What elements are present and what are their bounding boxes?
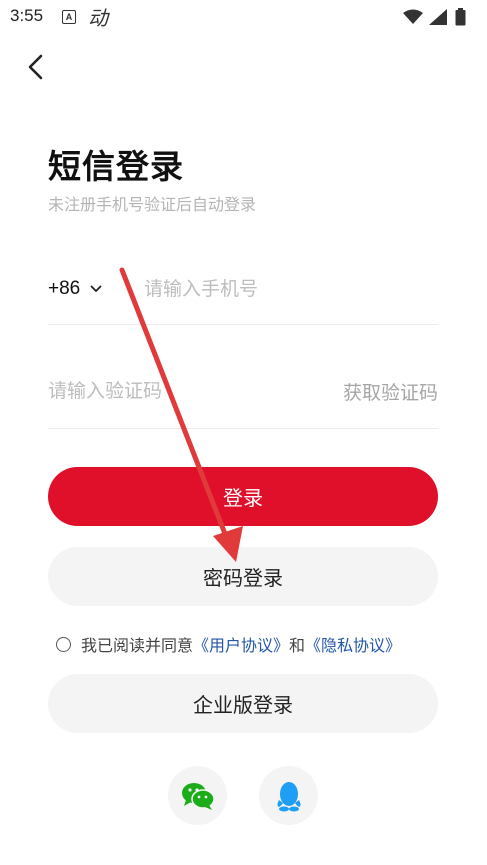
status-icons: [403, 8, 473, 26]
notification-app-icon: 动: [88, 6, 108, 30]
login-button-label: 登录: [223, 486, 263, 510]
wechat-login-button[interactable]: [168, 766, 227, 825]
login-button[interactable]: 登录: [48, 467, 438, 526]
status-bar: 3:55 A 动: [0, 0, 487, 34]
code-input[interactable]: [48, 374, 278, 408]
annotation-arrow: [119, 267, 243, 562]
password-login-button[interactable]: 密码登录: [48, 547, 438, 606]
status-time: 3:55: [10, 6, 44, 25]
enterprise-login-button[interactable]: 企业版登录: [48, 674, 438, 733]
back-button[interactable]: [22, 52, 52, 82]
page-subtitle: 未注册手机号验证后自动登录: [48, 195, 257, 214]
agree-radio[interactable]: [56, 636, 71, 652]
wechat-icon: [181, 782, 215, 810]
agreement-and: 和: [289, 636, 306, 655]
get-code-button[interactable]: 获取验证码: [343, 378, 438, 405]
agreement-prefix: 我已阅读并同意: [81, 636, 194, 655]
code-row: 获取验证码: [48, 368, 438, 429]
country-code-label: +86: [48, 278, 81, 299]
country-code-select[interactable]: +86: [48, 276, 102, 302]
phone-input[interactable]: [144, 272, 434, 306]
agreement-row: 我已阅读并同意 《用户协议》 和 《隐私协议》: [56, 632, 456, 656]
cellular-signal-icon: [429, 9, 447, 25]
enterprise-login-label: 企业版登录: [193, 693, 293, 717]
password-login-label: 密码登录: [203, 566, 283, 590]
qq-icon: [277, 781, 300, 811]
chevron-down-icon: [90, 285, 102, 292]
qq-login-button[interactable]: [259, 766, 318, 825]
wifi-icon: [403, 9, 423, 24]
user-agreement-link[interactable]: 《用户协议》: [193, 632, 289, 656]
phone-row: +86: [48, 264, 438, 325]
privacy-agreement-link[interactable]: 《隐私协议》: [305, 632, 401, 656]
notification-a-icon: A: [62, 10, 76, 24]
page-title: 短信登录: [48, 147, 184, 186]
chevron-left-icon: [28, 54, 43, 80]
battery-icon: [455, 8, 466, 26]
